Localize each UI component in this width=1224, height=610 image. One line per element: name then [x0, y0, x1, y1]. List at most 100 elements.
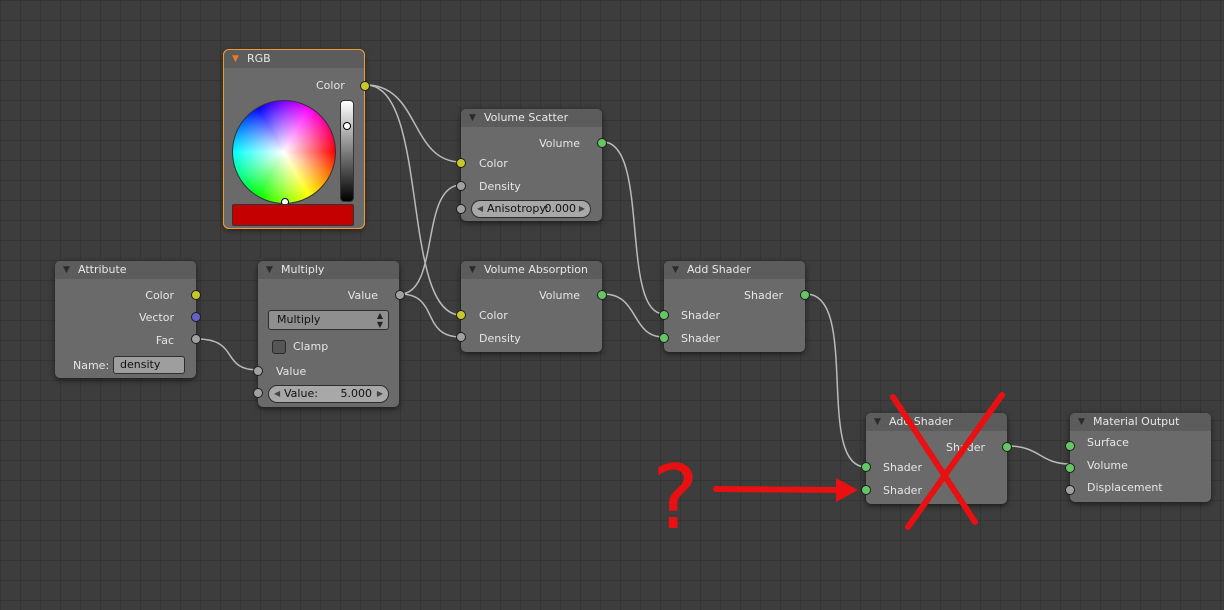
collapse-triangle-icon[interactable]: ▼	[672, 261, 679, 279]
output-fac-socket[interactable]	[191, 334, 201, 344]
add-shader-node-header[interactable]: ▼ Add Shader	[866, 413, 1007, 431]
value-field-value: 5.000	[340, 387, 373, 400]
operation-dropdown[interactable]: Multiply ▲ ▼	[268, 310, 389, 330]
collapse-triangle-icon[interactable]: ▼	[266, 261, 273, 279]
input-shader1-socket[interactable]	[861, 462, 871, 472]
operation-value: Multiply	[277, 313, 321, 326]
link-attribute-fac-to-multiply-value	[196, 338, 259, 371]
input-color-socket[interactable]	[456, 158, 466, 168]
output-color-socket[interactable]	[360, 81, 370, 91]
collapse-triangle-icon[interactable]: ▼	[63, 261, 70, 279]
link-multiply-to-absorption-density	[399, 293, 462, 338]
value-field-label: Value:	[284, 387, 318, 400]
input-color-label: Color	[479, 157, 508, 170]
node-title: Add Shader	[889, 415, 953, 428]
input-density-socket[interactable]	[456, 332, 466, 342]
volume-scatter-node-header[interactable]: ▼ Volume Scatter	[461, 109, 602, 127]
link-add1-to-add2-shader1	[805, 293, 867, 468]
node-title: Material Output	[1093, 415, 1180, 428]
color-swatch[interactable]	[232, 204, 354, 226]
input-color-label: Color	[479, 309, 508, 322]
output-volume-label: Volume	[539, 137, 580, 150]
add-shader-node-2[interactable]: ▼ Add Shader Shader Shader Shader	[861, 413, 1012, 504]
arrow-head-icon	[836, 478, 858, 502]
link-absorption-to-add1-shader2	[602, 293, 665, 338]
arrow-shaft	[713, 486, 843, 493]
add-shader-node-1[interactable]: ▼ Add Shader Shader Shader Shader	[659, 261, 810, 352]
input-volume-socket[interactable]	[1065, 463, 1075, 473]
output-color-socket[interactable]	[191, 290, 201, 300]
value-slider-bar[interactable]	[340, 100, 354, 202]
link-multiply-to-scatter-density	[399, 184, 462, 295]
node-title: RGB	[247, 52, 271, 65]
input-anisotropy-socket[interactable]	[456, 204, 466, 214]
attribute-node-header[interactable]: ▼ Attribute	[55, 261, 196, 279]
volume-absorption-node[interactable]: ▼ Volume Absorption Volume Color Density	[456, 261, 607, 352]
collapse-triangle-icon[interactable]: ▼	[874, 413, 881, 431]
input-displacement-socket[interactable]	[1065, 485, 1075, 495]
node-title: Volume Absorption	[484, 263, 588, 276]
node-title: Volume Scatter	[484, 111, 569, 124]
value-field[interactable]: ◀ Value: 5.000 ▶	[268, 385, 389, 403]
output-shader-socket[interactable]	[800, 290, 810, 300]
anisotropy-field[interactable]: ◀ Anisotropy: 0.000 ▶	[471, 200, 591, 218]
output-value-socket[interactable]	[395, 290, 405, 300]
link-rgb-to-scatter-color	[365, 84, 462, 163]
updown-arrows-icon: ▲ ▼	[376, 311, 383, 329]
multiply-node[interactable]: ▼ Multiply Value Multiply ▲ ▼ Clamp Value…	[253, 261, 405, 407]
name-label: Name:	[73, 359, 110, 372]
input-displacement-label: Displacement	[1087, 481, 1163, 494]
output-shader-label: Shader	[946, 441, 985, 454]
input-shader2-socket[interactable]	[659, 333, 669, 343]
input-color-socket[interactable]	[456, 310, 466, 320]
input-value2-socket[interactable]	[253, 388, 263, 398]
collapse-triangle-icon[interactable]: ▼	[232, 50, 239, 68]
collapse-triangle-icon[interactable]: ▼	[469, 261, 476, 279]
increment-arrow-icon[interactable]: ▶	[377, 386, 383, 402]
color-wheel[interactable]	[232, 100, 336, 204]
material-output-node[interactable]: ▼ Material Output Surface Volume Displac…	[1065, 413, 1211, 502]
output-color-label: Color	[316, 79, 345, 92]
decrement-arrow-icon[interactable]: ◀	[477, 201, 483, 217]
collapse-triangle-icon[interactable]: ▼	[1078, 413, 1085, 431]
decrement-arrow-icon[interactable]: ◀	[274, 386, 280, 402]
input-shader2-socket[interactable]	[861, 485, 871, 495]
input-value-socket[interactable]	[253, 366, 263, 376]
question-mark: ?	[652, 446, 699, 549]
input-shader2-label: Shader	[883, 484, 922, 497]
output-value-label: Value	[347, 289, 378, 302]
clamp-checkbox[interactable]	[272, 340, 286, 354]
value-slider-knob[interactable]	[343, 122, 351, 130]
input-density-socket[interactable]	[456, 181, 466, 191]
output-vector-socket[interactable]	[191, 312, 201, 322]
output-volume-label: Volume	[539, 289, 580, 302]
output-fac-label: Fac	[155, 334, 174, 347]
input-shader1-socket[interactable]	[659, 310, 669, 320]
rgb-node-header[interactable]: ▼ RGB	[224, 50, 364, 68]
increment-arrow-icon[interactable]: ▶	[579, 201, 585, 217]
input-density-label: Density	[479, 180, 521, 193]
input-shader1-label: Shader	[681, 309, 720, 322]
rgb-node[interactable]: ▼ RGB Color	[223, 49, 370, 229]
node-title: Add Shader	[687, 263, 751, 276]
link-scatter-to-add1-shader1	[602, 141, 665, 315]
volume-absorption-node-header[interactable]: ▼ Volume Absorption	[461, 261, 602, 279]
output-vector-label: Vector	[138, 311, 174, 324]
output-shader-socket[interactable]	[1002, 442, 1012, 452]
attribute-node[interactable]: ▼ Attribute Color Vector Fac Name: densi…	[55, 261, 201, 378]
input-surface-socket[interactable]	[1065, 441, 1075, 451]
output-volume-socket[interactable]	[597, 290, 607, 300]
add-shader-node-header[interactable]: ▼ Add Shader	[664, 261, 805, 279]
volume-scatter-node[interactable]: ▼ Volume Scatter Volume Color Density ◀ …	[456, 109, 607, 221]
output-volume-socket[interactable]	[597, 138, 607, 148]
material-output-node-header[interactable]: ▼ Material Output	[1070, 413, 1211, 431]
node-title: Attribute	[78, 263, 127, 276]
input-value-label: Value	[276, 365, 307, 378]
multiply-node-header[interactable]: ▼ Multiply	[258, 261, 399, 279]
attribute-name-field[interactable]: density	[113, 356, 185, 374]
clamp-label: Clamp	[293, 340, 329, 353]
collapse-triangle-icon[interactable]: ▼	[469, 109, 476, 127]
output-color-label: Color	[145, 289, 174, 302]
anisotropy-value: 0.000	[544, 202, 577, 215]
input-density-label: Density	[479, 332, 521, 345]
